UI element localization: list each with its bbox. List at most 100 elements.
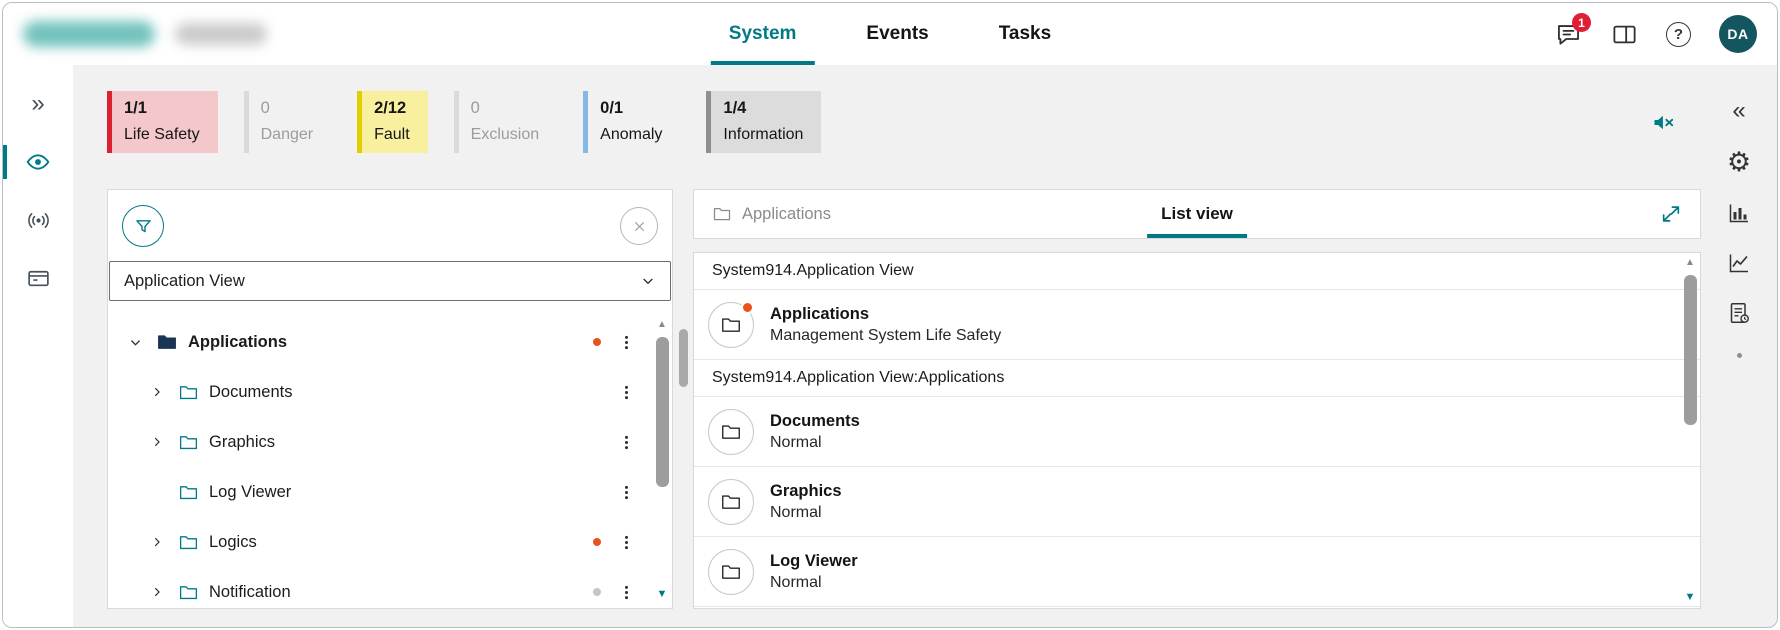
event-summary-bar: 1/1 Life Safety 0 Danger 2/12 Fault	[107, 91, 1701, 153]
item-title: Documents	[770, 410, 860, 432]
top-header: System Events Tasks 1 ? DA	[3, 3, 1777, 65]
tree-node-logics[interactable]: Logics	[108, 517, 672, 567]
close-icon	[631, 218, 648, 235]
user-avatar[interactable]: DA	[1719, 15, 1757, 53]
gear-icon[interactable]: ⚙	[1727, 149, 1751, 175]
item-subtitle: Normal	[770, 572, 858, 593]
list-group-header: System914.Application View:Applications	[694, 360, 1700, 397]
chevron-right-icon[interactable]	[144, 435, 170, 449]
filter-button[interactable]	[122, 205, 164, 247]
kebab-menu-icon[interactable]	[617, 533, 636, 552]
list-item-graphics[interactable]: Graphics Normal	[694, 467, 1700, 537]
kebab-menu-icon[interactable]	[617, 483, 636, 502]
system-browser-panel: Application View Applications	[107, 189, 673, 609]
status-life-safety[interactable]: 1/1 Life Safety	[107, 91, 218, 153]
status-anomaly[interactable]: 0/1 Anomaly	[583, 91, 680, 153]
help-button[interactable]: ?	[1666, 22, 1691, 47]
status-label: Exclusion	[471, 126, 539, 144]
scrollbar-thumb[interactable]	[1684, 275, 1697, 425]
folder-icon	[720, 421, 742, 443]
sidebar-item-signals[interactable]	[3, 203, 73, 237]
layout-panels-button[interactable]	[1610, 20, 1638, 48]
detail-panel: Applications List view System914.Applica…	[693, 189, 1701, 609]
sidebar-item-overview[interactable]	[3, 145, 73, 179]
status-exclusion[interactable]: 0 Exclusion	[454, 91, 557, 153]
tree-node-applications[interactable]: Applications	[108, 317, 672, 367]
status-information[interactable]: 1/4 Information	[706, 91, 821, 153]
status-danger[interactable]: 0 Danger	[244, 91, 331, 153]
item-icon	[708, 479, 754, 525]
panel-splitter-handle[interactable]	[679, 329, 688, 387]
kebab-menu-icon[interactable]	[617, 583, 636, 602]
expand-panel-button[interactable]	[1660, 203, 1682, 225]
kebab-menu-icon[interactable]	[617, 433, 636, 452]
status-count: 0/1	[600, 99, 662, 118]
brand-logo-blurred	[23, 21, 155, 47]
folder-icon	[720, 561, 742, 583]
bar-chart-icon[interactable]	[1727, 201, 1751, 225]
report-icon[interactable]	[1727, 301, 1751, 325]
status-label: Fault	[374, 126, 410, 144]
status-label: Danger	[261, 126, 313, 144]
alert-dot	[593, 338, 601, 346]
folder-icon	[178, 432, 199, 453]
content-area: 1/1 Life Safety 0 Danger 2/12 Fault	[73, 65, 1701, 627]
expand-sidebar-button[interactable]: »	[3, 87, 73, 121]
tree-node-log-viewer[interactable]: Log Viewer	[108, 467, 672, 517]
item-icon	[708, 549, 754, 595]
list-scrollbar[interactable]: ▲ ▼	[1683, 258, 1697, 603]
view-selector-value: Application View	[124, 272, 245, 291]
tab-events[interactable]: Events	[860, 3, 934, 65]
detail-panel-header: Applications List view	[693, 189, 1701, 239]
tree-node-label: Logics	[209, 533, 257, 552]
status-count: 2/12	[374, 99, 410, 118]
tree-node-label: Applications	[188, 333, 287, 352]
tree-node-graphics[interactable]: Graphics	[108, 417, 672, 467]
tree-node-documents[interactable]: Documents	[108, 367, 672, 417]
scroll-up-arrow[interactable]: ▲	[1685, 258, 1695, 268]
tab-system[interactable]: System	[723, 3, 803, 65]
status-count: 1/1	[124, 99, 200, 118]
trend-chart-icon[interactable]	[1727, 251, 1751, 275]
scroll-down-arrow[interactable]: ▼	[1685, 592, 1696, 603]
status-label: Anomaly	[600, 126, 662, 144]
kebab-menu-icon[interactable]	[617, 333, 636, 352]
scroll-down-arrow[interactable]: ▼	[657, 589, 668, 600]
folder-icon	[178, 482, 199, 503]
breadcrumb[interactable]: Applications	[712, 204, 831, 224]
notifications-button[interactable]: 1	[1554, 20, 1582, 48]
chevron-right-icon[interactable]	[144, 385, 170, 399]
clear-filter-button[interactable]	[620, 207, 658, 245]
view-selector-dropdown[interactable]: Application View	[109, 261, 671, 301]
browser-toolbar	[108, 190, 672, 261]
status-label: Information	[723, 126, 803, 144]
list-item-log-viewer[interactable]: Log Viewer Normal	[694, 537, 1700, 607]
broadcast-icon	[26, 208, 51, 233]
speaker-muted-icon	[1650, 109, 1677, 136]
item-subtitle: Normal	[770, 432, 860, 453]
tree-scrollbar[interactable]: ▲ ▼	[655, 320, 669, 600]
kebab-menu-icon[interactable]	[617, 383, 636, 402]
chevron-right-icon[interactable]	[144, 535, 170, 549]
cards-icon	[26, 266, 51, 291]
folder-icon	[156, 331, 178, 353]
notification-count-badge: 1	[1572, 13, 1591, 32]
mute-alarms-button[interactable]	[1650, 109, 1677, 136]
chevron-down-icon[interactable]	[122, 335, 148, 350]
status-count: 0	[471, 99, 539, 118]
scroll-up-arrow[interactable]: ▲	[657, 320, 667, 330]
tab-tasks[interactable]: Tasks	[993, 3, 1057, 65]
alert-dot	[741, 301, 754, 314]
tab-list-view[interactable]: List view	[1147, 190, 1247, 238]
rail-dot-indicator	[1737, 353, 1742, 358]
chevron-right-icon[interactable]	[144, 585, 170, 599]
status-fault[interactable]: 2/12 Fault	[357, 91, 428, 153]
list-item-applications[interactable]: Applications Management System Life Safe…	[694, 290, 1700, 360]
list-item-documents[interactable]: Documents Normal	[694, 397, 1700, 467]
question-mark-icon: ?	[1674, 26, 1683, 43]
tree-node-notification[interactable]: Notification	[108, 567, 672, 608]
scrollbar-thumb[interactable]	[656, 337, 669, 487]
header-actions: 1 ? DA	[1554, 15, 1757, 53]
sidebar-item-cards[interactable]	[3, 261, 73, 295]
collapse-panel-icon[interactable]: «	[1732, 99, 1745, 123]
